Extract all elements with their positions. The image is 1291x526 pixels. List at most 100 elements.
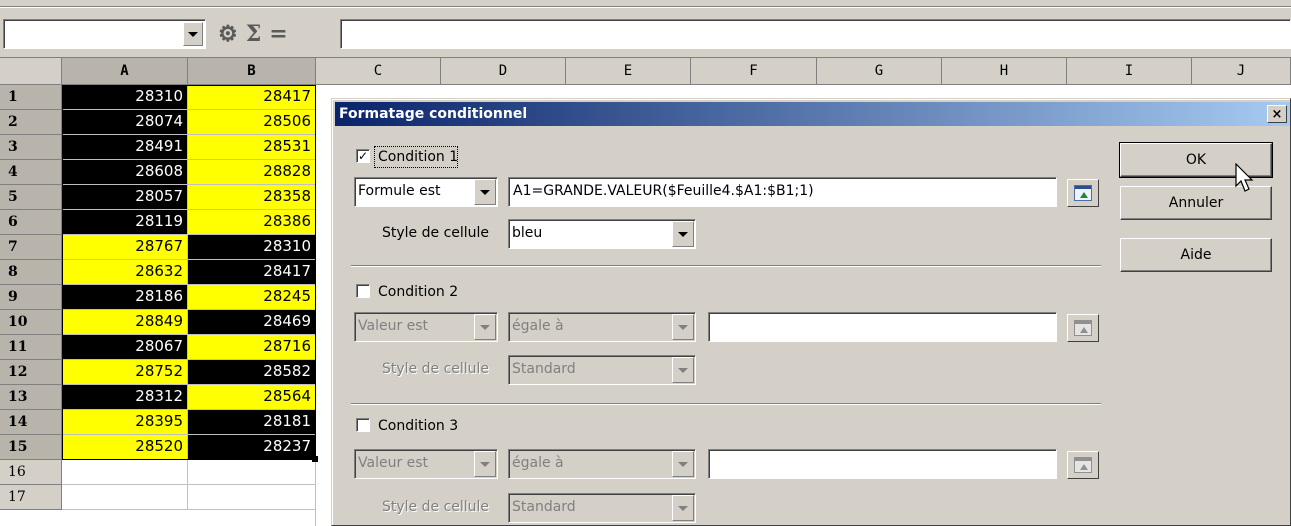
condition-1-label[interactable]: Condition 1 xyxy=(378,147,458,167)
cell-b10[interactable]: 28469 xyxy=(188,310,316,335)
condition-2-value-input[interactable] xyxy=(708,312,1057,342)
column-header-j[interactable]: J xyxy=(1192,58,1291,85)
cell-b6[interactable]: 28386 xyxy=(188,210,316,235)
row-header[interactable]: 13 xyxy=(0,385,62,410)
column-header-g[interactable]: G xyxy=(817,58,942,85)
cell-a10[interactable]: 28849 xyxy=(62,310,188,335)
condition-2-type-select[interactable]: Valeur est xyxy=(354,312,498,342)
help-button[interactable]: Aide xyxy=(1120,238,1272,272)
cell-a16[interactable] xyxy=(62,460,188,485)
cell-a8[interactable]: 28632 xyxy=(62,260,188,285)
row-header[interactable]: 4 xyxy=(0,160,62,185)
column-header-a[interactable]: A xyxy=(62,58,188,85)
condition-2-operator-select[interactable]: égale à xyxy=(508,312,696,342)
condition-2-operator-dropdown-button[interactable] xyxy=(672,314,694,340)
cell-a5[interactable]: 28057 xyxy=(62,185,188,210)
condition-1-style-select[interactable]: bleu xyxy=(508,219,696,249)
condition-3-operator-dropdown-button[interactable] xyxy=(672,451,694,477)
cell-b4[interactable]: 28828 xyxy=(188,160,316,185)
row-header[interactable]: 6 xyxy=(0,210,62,235)
function-wizard-icon[interactable]: ⚙ xyxy=(218,20,238,48)
condition-3-operator-select[interactable]: égale à xyxy=(508,449,696,479)
close-button[interactable]: × xyxy=(1267,105,1287,123)
cell-a17[interactable] xyxy=(62,485,188,510)
cell-a12[interactable]: 28752 xyxy=(62,360,188,385)
sum-icon[interactable]: Σ xyxy=(246,20,262,48)
cell-a11[interactable]: 28067 xyxy=(62,335,188,360)
condition-3-style-select[interactable]: Standard xyxy=(508,493,696,523)
row-header[interactable]: 15 xyxy=(0,435,62,460)
select-all-corner[interactable] xyxy=(0,58,62,85)
condition-1-formula-input[interactable]: A1=GRANDE.VALEUR($Feuille4.$A1:$B1;1) xyxy=(508,177,1057,207)
cell-b8[interactable]: 28417 xyxy=(188,260,316,285)
condition-2-label[interactable]: Condition 2 xyxy=(378,282,458,302)
condition-2-style-select[interactable]: Standard xyxy=(508,355,696,385)
dialog-titlebar[interactable]: Formatage conditionnel × xyxy=(335,102,1290,126)
condition-3-value-input[interactable] xyxy=(708,449,1057,479)
cell-b1[interactable]: 28417 xyxy=(188,85,316,110)
column-header-i[interactable]: I xyxy=(1067,58,1192,85)
cell-b17[interactable] xyxy=(188,485,316,510)
cell-a14[interactable]: 28395 xyxy=(62,410,188,435)
condition-1-type-select[interactable]: Formule est xyxy=(354,177,498,207)
name-box-dropdown-button[interactable] xyxy=(183,22,203,46)
cell-a2[interactable]: 28074 xyxy=(62,110,188,135)
row-header[interactable]: 11 xyxy=(0,335,62,360)
cell-b16[interactable] xyxy=(188,460,316,485)
row-header[interactable]: 9 xyxy=(0,285,62,310)
condition-3-shrink-button[interactable] xyxy=(1067,451,1099,479)
cell-a15[interactable]: 28520 xyxy=(62,435,188,460)
condition-3-style-dropdown-button[interactable] xyxy=(672,495,694,521)
cell-a6[interactable]: 28119 xyxy=(62,210,188,235)
condition-3-label[interactable]: Condition 3 xyxy=(378,416,458,436)
condition-1-shrink-button[interactable] xyxy=(1067,179,1099,207)
column-header-h[interactable]: H xyxy=(942,58,1067,85)
condition-1-style-dropdown-button[interactable] xyxy=(672,221,694,247)
cell-b15[interactable]: 28237 xyxy=(188,435,316,460)
cell-b5[interactable]: 28358 xyxy=(188,185,316,210)
row-header[interactable]: 17 xyxy=(0,485,62,510)
row-header[interactable]: 3 xyxy=(0,135,62,160)
cell-b3[interactable]: 28531 xyxy=(188,135,316,160)
cell-b11[interactable]: 28716 xyxy=(188,335,316,360)
cell-a9[interactable]: 28186 xyxy=(62,285,188,310)
column-header-c[interactable]: C xyxy=(316,58,441,85)
cancel-button[interactable]: Annuler xyxy=(1120,186,1272,220)
cell-a3[interactable]: 28491 xyxy=(62,135,188,160)
cell-a1[interactable]: 28310 xyxy=(62,85,188,110)
row-header[interactable]: 16 xyxy=(0,460,62,485)
column-header-d[interactable]: D xyxy=(441,58,566,85)
cell-b7[interactable]: 28310 xyxy=(188,235,316,260)
condition-1-checkbox[interactable]: ✓ xyxy=(356,149,370,163)
row-header[interactable]: 2 xyxy=(0,110,62,135)
condition-3-checkbox[interactable] xyxy=(356,418,370,432)
row-header[interactable]: 14 xyxy=(0,410,62,435)
row-header[interactable]: 1 xyxy=(0,85,62,110)
cell-b9[interactable]: 28245 xyxy=(188,285,316,310)
row-header[interactable]: 10 xyxy=(0,310,62,335)
column-header-b[interactable]: B xyxy=(188,58,316,85)
cell-b14[interactable]: 28181 xyxy=(188,410,316,435)
column-header-f[interactable]: F xyxy=(691,58,817,85)
cell-a13[interactable]: 28312 xyxy=(62,385,188,410)
ok-button[interactable]: OK xyxy=(1119,142,1273,178)
cell-b2[interactable]: 28506 xyxy=(188,110,316,135)
autofill-handle[interactable] xyxy=(312,456,318,462)
cell-b12[interactable]: 28582 xyxy=(188,360,316,385)
cell-a7[interactable]: 28767 xyxy=(62,235,188,260)
equals-icon[interactable]: = xyxy=(269,20,287,48)
condition-2-shrink-button[interactable] xyxy=(1067,314,1099,342)
row-header[interactable]: 12 xyxy=(0,360,62,385)
condition-1-type-dropdown-button[interactable] xyxy=(474,179,496,205)
condition-2-style-dropdown-button[interactable] xyxy=(672,357,694,383)
row-header[interactable]: 8 xyxy=(0,260,62,285)
condition-2-checkbox[interactable] xyxy=(356,284,370,298)
cell-b13[interactable]: 28564 xyxy=(188,385,316,410)
column-header-e[interactable]: E xyxy=(566,58,691,85)
condition-3-type-select[interactable]: Valeur est xyxy=(354,449,498,479)
condition-2-type-dropdown-button[interactable] xyxy=(474,314,496,340)
name-box[interactable] xyxy=(3,19,206,49)
cell-a4[interactable]: 28608 xyxy=(62,160,188,185)
condition-3-type-dropdown-button[interactable] xyxy=(474,451,496,477)
formula-input[interactable] xyxy=(340,19,1291,49)
